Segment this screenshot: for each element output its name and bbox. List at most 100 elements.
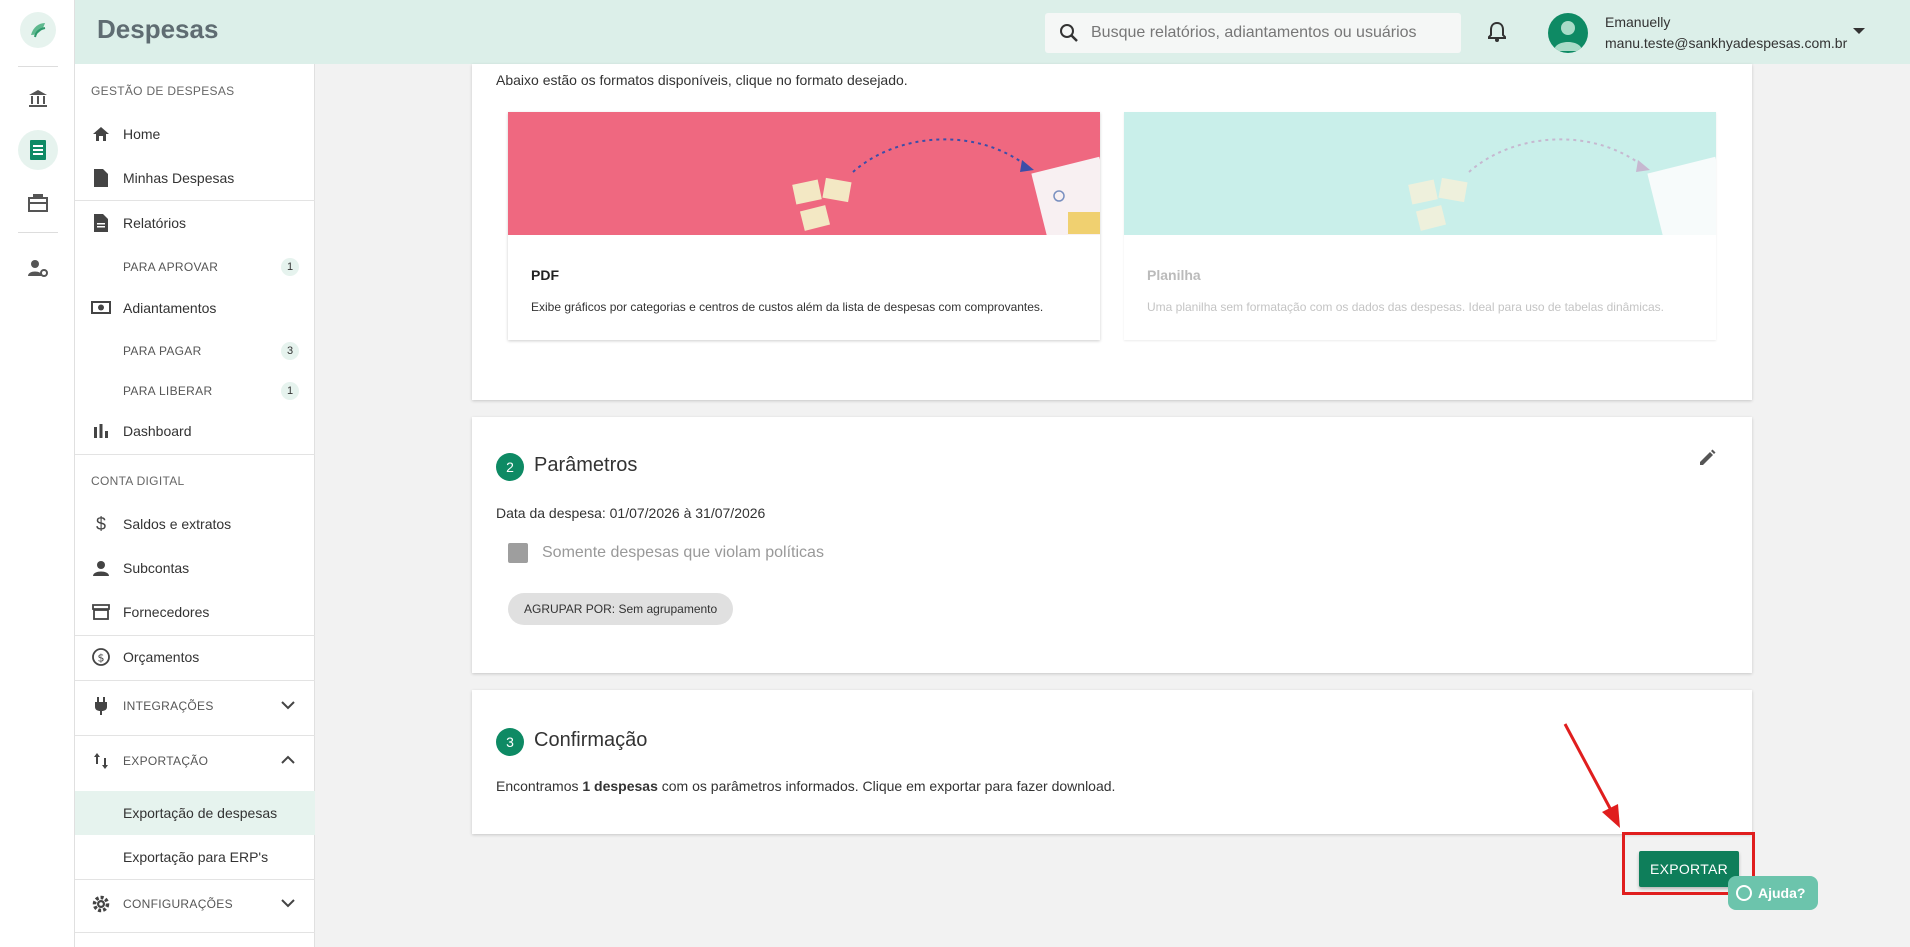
sidebar-item-adiantamentos[interactable]: Adiantamentos — [75, 290, 315, 326]
group-by-chip[interactable]: AGRUPAR POR: Sem agrupamento — [508, 593, 734, 625]
sidebar-item-orcamentos[interactable]: $ Orçamentos — [75, 639, 315, 675]
format-description: Exibe gráficos por categorias e centros … — [531, 300, 1044, 314]
sidebar-item-minhas-despesas[interactable]: Minhas Despesas — [75, 160, 315, 196]
confirmation-text-post: com os parâmetros informados. Clique em … — [657, 778, 1116, 794]
sidebar-item-saldos[interactable]: $ Saldos e extratos — [75, 506, 315, 542]
confirmation-text-pre: Encontramos — [496, 778, 583, 794]
format-option-planilha[interactable]: Planilha Uma planilha sem formatação com… — [1124, 112, 1716, 340]
sidebar-item-dashboard[interactable]: Dashboard — [75, 413, 315, 449]
user-email: manu.teste@sankhyadespesas.com.br — [1605, 35, 1848, 51]
sidebar-item-relatorios[interactable]: Relatórios — [75, 205, 315, 241]
app-logo-icon[interactable] — [20, 12, 56, 48]
help-icon — [1736, 885, 1752, 901]
search-icon — [1059, 23, 1079, 48]
notification-bell-icon[interactable] — [1487, 21, 1507, 48]
budget-cycle-icon: $ — [91, 647, 111, 667]
bank-icon[interactable] — [24, 84, 52, 112]
sidebar-item-label: Minhas Despesas — [123, 170, 235, 186]
person-icon — [91, 558, 111, 578]
user-name: Emanuelly — [1605, 14, 1671, 30]
format-option-pdf[interactable]: PDF Exibe gráficos por categorias e cent… — [508, 112, 1100, 340]
sidebar-item-integracoes[interactable]: INTEGRAÇÕES — [75, 688, 315, 724]
avatar[interactable] — [1548, 13, 1588, 53]
sidebar-subitem-para-liberar[interactable]: PARA LIBERAR 1 — [75, 377, 315, 405]
parameters-card: 2 Parâmetros Data da despesa: 01/07/2026… — [472, 417, 1752, 673]
sidebar-item-label: Fornecedores — [123, 604, 210, 620]
document-icon — [91, 168, 111, 188]
sidebar-item-label: Orçamentos — [123, 649, 200, 665]
format-title: PDF — [531, 267, 559, 283]
count-badge: 1 — [281, 258, 299, 276]
sidebar-item-label: INTEGRAÇÕES — [123, 699, 214, 713]
user-menu-caret-icon[interactable] — [1853, 28, 1865, 34]
user-settings-icon[interactable] — [24, 254, 52, 282]
sidebar-item-label: Relatórios — [123, 215, 187, 231]
search-box[interactable] — [1045, 13, 1461, 53]
sidebar-item-label: Saldos e extratos — [123, 516, 232, 532]
sidebar-item-exportacao-erp[interactable]: Exportação para ERP's — [75, 835, 315, 879]
top-header: Despesas Emanuelly manu.teste@sankhyades… — [75, 0, 1910, 64]
home-icon — [91, 124, 111, 144]
date-range-text: Data da despesa: 01/07/2026 à 31/07/2026 — [496, 505, 766, 521]
help-label: Ajuda? — [1758, 885, 1806, 901]
sidebar-item-exportacao[interactable]: EXPORTAÇÃO — [75, 743, 315, 779]
step-number: 2 — [496, 453, 524, 481]
step-number: 3 — [496, 728, 524, 756]
sidebar-divider — [75, 200, 315, 201]
sidebar-item-label: Exportação de despesas — [123, 805, 278, 821]
sidebar-item-label: EXPORTAÇÃO — [123, 754, 209, 768]
expenses-list-icon[interactable] — [18, 130, 58, 170]
format-description: Uma planilha sem formatação com os dados… — [1147, 300, 1664, 314]
expense-count: 1 despesas — [582, 778, 658, 794]
section-label-conta-digital: CONTA DIGITAL — [91, 474, 185, 488]
sidebar-divider — [75, 879, 315, 880]
sidebar-subitem-para-pagar[interactable]: PARA PAGAR 3 — [75, 337, 315, 365]
sidebar-item-subcontas[interactable]: Subcontas — [75, 550, 315, 586]
pdf-illustration — [508, 112, 1100, 235]
format-intro-text: Abaixo estão os formatos disponíveis, cl… — [496, 72, 908, 88]
sidebar-item-label: Subcontas — [123, 560, 190, 576]
sidebar-divider — [75, 635, 315, 636]
bar-chart-icon — [91, 421, 111, 441]
page-title: Despesas — [97, 14, 219, 44]
sidebar-divider — [75, 735, 315, 736]
confirmation-card: 3 Confirmação Encontramos 1 despesas com… — [472, 690, 1752, 834]
sidebar-item-configuracoes[interactable]: CONFIGURAÇÕES — [75, 886, 315, 922]
sidebar-divider — [75, 932, 315, 933]
checkbox-label: Somente despesas que violam políticas — [542, 544, 824, 561]
section-label-gestao: GESTÃO DE DESPESAS — [91, 84, 235, 98]
swap-vertical-icon — [91, 751, 111, 771]
money-icon — [91, 298, 111, 318]
svg-text:$: $ — [98, 652, 105, 665]
chevron-down-icon[interactable] — [281, 895, 295, 913]
icon-rail — [0, 0, 75, 947]
rail-divider — [18, 66, 58, 67]
chevron-up-icon[interactable] — [281, 752, 295, 770]
sidebar-divider — [75, 680, 315, 681]
sidebar-subitem-label: PARA APROVAR — [123, 260, 219, 274]
sidebar-item-exportacao-despesas[interactable]: Exportação de despesas — [75, 791, 315, 835]
help-button[interactable]: Ajuda? — [1728, 876, 1818, 910]
search-input[interactable] — [1091, 21, 1451, 45]
confirmation-text: Encontramos 1 despesas com os parâmetros… — [496, 778, 1115, 794]
step-title: Confirmação — [534, 729, 648, 751]
store-icon — [91, 602, 111, 622]
policy-violation-checkbox[interactable] — [508, 543, 528, 563]
sidebar-subitem-label: PARA PAGAR — [123, 344, 202, 358]
sidebar-item-label: Exportação para ERP's — [123, 849, 269, 865]
sidebar-item-label: CONFIGURAÇÕES — [123, 897, 233, 911]
sidebar-item-label: Adiantamentos — [123, 300, 217, 316]
plug-icon — [91, 696, 111, 716]
sidebar-subitem-label: PARA LIBERAR — [123, 384, 213, 398]
chevron-down-icon[interactable] — [281, 697, 295, 715]
format-card: Abaixo estão os formatos disponíveis, cl… — [472, 64, 1752, 400]
sidebar-subitem-para-aprovar[interactable]: PARA APROVAR 1 — [75, 253, 315, 281]
budget-icon[interactable] — [24, 188, 52, 216]
count-badge: 1 — [281, 382, 299, 400]
sidebar-item-home[interactable]: Home — [75, 116, 315, 152]
edit-pencil-icon[interactable] — [1698, 449, 1716, 472]
sidebar: GESTÃO DE DESPESAS Home Minhas Despesas … — [75, 64, 315, 947]
format-title: Planilha — [1147, 267, 1201, 283]
sidebar-item-fornecedores[interactable]: Fornecedores — [75, 594, 315, 630]
report-icon — [91, 213, 111, 233]
